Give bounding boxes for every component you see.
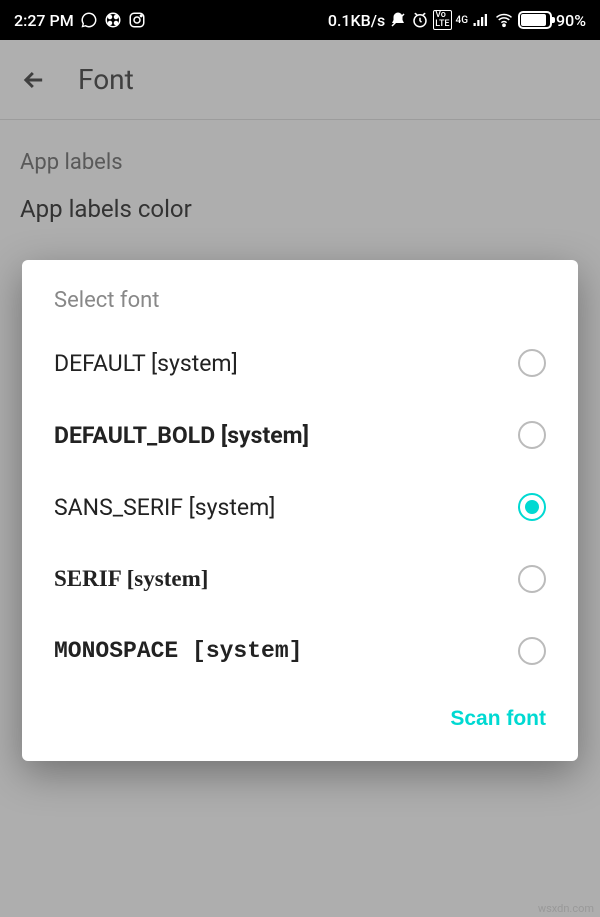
font-label: DEFAULT [system]	[54, 350, 238, 377]
signal-icon	[472, 11, 490, 29]
mute-icon	[389, 11, 407, 29]
watermark: wsxdn.com	[538, 902, 594, 915]
radio-icon-selected	[518, 493, 546, 521]
font-option-default-bold[interactable]: DEFAULT_BOLD [system]	[22, 399, 578, 471]
font-label: SERIF [system]	[54, 566, 208, 592]
font-label: SANS_SERIF [system]	[54, 494, 275, 521]
status-right: 0.1KB/s VoLTE 4G 90%	[328, 10, 586, 30]
radio-icon	[518, 565, 546, 593]
font-label: MONOSPACE [system]	[54, 638, 302, 664]
volte-icon: VoLTE	[433, 10, 451, 30]
battery-percent: 90%	[556, 11, 586, 30]
font-select-dialog: Select font DEFAULT [system] DEFAULT_BOL…	[22, 260, 578, 761]
dialog-title: Select font	[22, 288, 578, 327]
font-option-monospace[interactable]: MONOSPACE [system]	[22, 615, 578, 687]
battery-icon	[518, 11, 552, 29]
data-rate: 0.1KB/s	[328, 11, 385, 30]
status-bar: 2:27 PM 0.1KB/s VoLTE 4G 90%	[0, 0, 600, 40]
dialog-actions: Scan font	[22, 687, 578, 741]
font-option-default[interactable]: DEFAULT [system]	[22, 327, 578, 399]
status-time: 2:27 PM	[14, 11, 74, 30]
font-option-serif[interactable]: SERIF [system]	[22, 543, 578, 615]
wifi-icon	[494, 11, 514, 29]
radio-icon	[518, 637, 546, 665]
font-label: DEFAULT_BOLD [system]	[54, 422, 309, 449]
network-4g-icon: 4G	[456, 15, 469, 26]
radio-icon	[518, 349, 546, 377]
app-icon	[104, 11, 122, 29]
radio-icon	[518, 421, 546, 449]
scan-font-button[interactable]: Scan font	[450, 707, 546, 731]
status-left: 2:27 PM	[14, 11, 146, 30]
font-option-sans-serif[interactable]: SANS_SERIF [system]	[22, 471, 578, 543]
alarm-icon	[411, 11, 429, 29]
instagram-icon	[128, 11, 146, 29]
battery-fill	[521, 14, 546, 26]
whatsapp-icon	[80, 11, 98, 29]
